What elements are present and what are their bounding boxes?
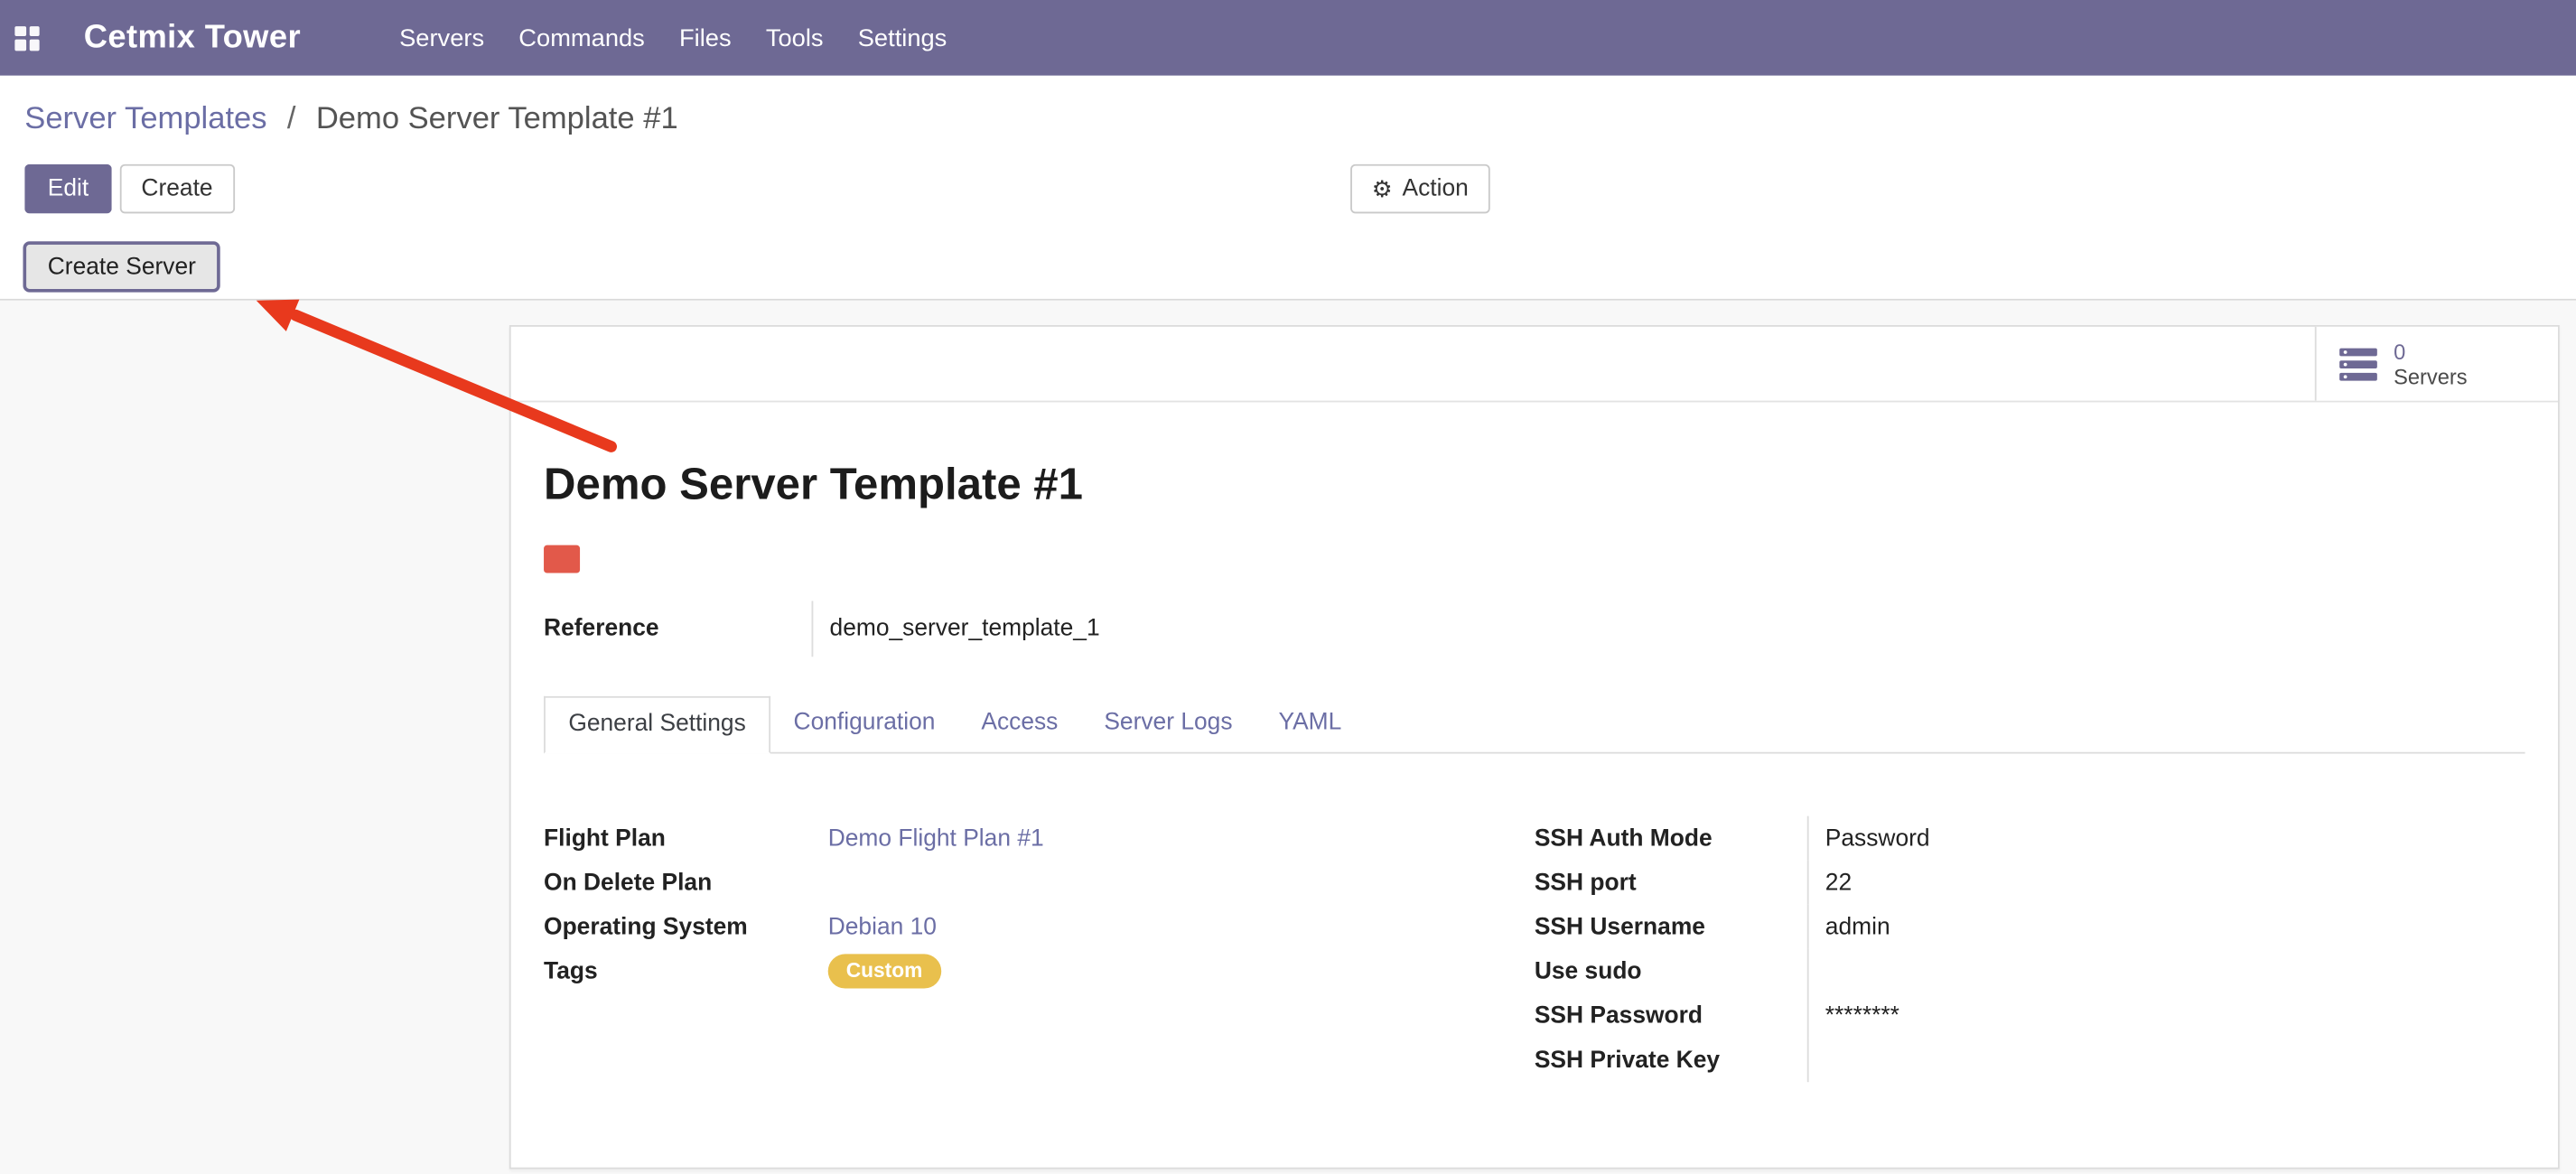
breadcrumb-current: Demo Server Template #1 xyxy=(316,102,678,136)
stat-text: 0 Servers xyxy=(2394,339,2467,388)
field-label: Tags xyxy=(544,958,828,984)
tab-general-settings[interactable]: General Settings xyxy=(544,696,770,754)
field-value: Custom xyxy=(828,954,941,988)
menu-tools[interactable]: Tools xyxy=(766,23,824,51)
field-label: SSH port xyxy=(1535,870,1807,896)
field-label: Use sudo xyxy=(1535,958,1807,984)
tab-access[interactable]: Access xyxy=(958,696,1081,754)
field-row-operating-system: Operating System Debian 10 xyxy=(544,905,1535,949)
apps-grid-dot xyxy=(14,25,25,36)
menu-commands[interactable]: Commands xyxy=(518,23,645,51)
field-row-ssh-auth-mode: SSH Auth Mode Password xyxy=(1535,816,2525,861)
edit-button[interactable]: Edit xyxy=(24,164,111,214)
field-row-flight-plan: Flight Plan Demo Flight Plan #1 xyxy=(544,816,1535,861)
main-menu: Servers Commands Files Tools Settings xyxy=(399,23,947,51)
tab-server-logs[interactable]: Server Logs xyxy=(1081,696,1255,754)
stat-value: 0 xyxy=(2394,339,2467,363)
content-area: 0 Servers Demo Server Template #1 Refere… xyxy=(0,301,2576,1174)
apps-grid-icon[interactable] xyxy=(14,25,39,50)
action-button[interactable]: ⚙ Action xyxy=(1350,164,1489,214)
field-label: SSH Username xyxy=(1535,914,1807,940)
gear-icon: ⚙ xyxy=(1372,177,1393,200)
breadcrumb-separator: / xyxy=(287,102,296,136)
action-label: Action xyxy=(1403,177,1469,200)
stat-label: Servers xyxy=(2394,364,2467,388)
field-row-ssh-private-key: SSH Private Key xyxy=(1535,1038,2525,1082)
servers-icon xyxy=(2338,346,2378,382)
breadcrumb-parent-link[interactable]: Server Templates xyxy=(24,102,266,136)
menu-settings[interactable]: Settings xyxy=(858,23,947,51)
general-settings-right-group: SSH Auth Mode Password SSH port 22 SSH U… xyxy=(1535,816,2525,1083)
tab-yaml[interactable]: YAML xyxy=(1255,696,1365,754)
field-row-use-sudo: Use sudo xyxy=(1535,949,2525,993)
menu-files[interactable]: Files xyxy=(679,23,732,51)
notebook-tabs: General Settings Configuration Access Se… xyxy=(544,696,2525,754)
field-label: SSH Password xyxy=(1535,1002,1807,1029)
control-panel: Edit Create ⚙ Action xyxy=(0,164,2576,214)
field-label: On Delete Plan xyxy=(544,870,828,896)
statusbar: Create Server xyxy=(0,241,2576,300)
brand-title[interactable]: Cetmix Tower xyxy=(84,19,301,57)
breadcrumb: Server Templates / Demo Server Template … xyxy=(0,76,2576,164)
field-label: Operating System xyxy=(544,914,828,940)
field-label: SSH Auth Mode xyxy=(1535,825,1807,852)
menu-servers[interactable]: Servers xyxy=(399,23,484,51)
create-server-button[interactable]: Create Server xyxy=(23,241,220,292)
field-value: 22 xyxy=(1807,861,2004,905)
color-swatch xyxy=(544,545,580,573)
record-title: Demo Server Template #1 xyxy=(544,458,2525,510)
field-row-reference: Reference demo_server_template_1 xyxy=(544,601,2525,657)
general-settings-left-group: Flight Plan Demo Flight Plan #1 On Delet… xyxy=(544,816,1535,1083)
field-label: Flight Plan xyxy=(544,825,828,852)
field-row-ssh-username: SSH Username admin xyxy=(1535,905,2525,949)
app-window: Cetmix Tower Servers Commands Files Tool… xyxy=(0,0,2576,1174)
apps-grid-dot xyxy=(14,40,25,51)
field-value: ******** xyxy=(1807,993,2004,1038)
apps-grid-dot xyxy=(29,40,40,51)
field-value: Debian 10 xyxy=(828,914,937,940)
field-value: Demo Flight Plan #1 xyxy=(828,825,1044,852)
operating-system-link[interactable]: Debian 10 xyxy=(828,914,937,940)
field-label: Reference xyxy=(544,616,811,642)
field-row-on-delete-plan: On Delete Plan xyxy=(544,861,1535,905)
field-value xyxy=(1807,1038,2004,1082)
servers-stat-button[interactable]: 0 Servers xyxy=(2315,327,2558,401)
field-label: SSH Private Key xyxy=(1535,1047,1807,1073)
field-value: Password xyxy=(1807,816,2004,861)
field-value xyxy=(1807,949,2004,993)
field-row-ssh-port: SSH port 22 xyxy=(1535,861,2525,905)
flight-plan-link[interactable]: Demo Flight Plan #1 xyxy=(828,825,1044,852)
apps-grid-dot xyxy=(29,25,40,36)
create-button[interactable]: Create xyxy=(120,164,234,214)
field-value: admin xyxy=(1807,905,2004,949)
field-row-ssh-password: SSH Password ******** xyxy=(1535,993,2525,1038)
general-settings-groups: Flight Plan Demo Flight Plan #1 On Delet… xyxy=(544,816,2525,1083)
tag-badge-custom: Custom xyxy=(828,954,941,988)
button-box: 0 Servers xyxy=(511,327,2558,403)
field-value: demo_server_template_1 xyxy=(813,616,1099,642)
sheet-body: Demo Server Template #1 Reference demo_s… xyxy=(511,402,2558,1082)
tab-configuration[interactable]: Configuration xyxy=(770,696,958,754)
top-navbar: Cetmix Tower Servers Commands Files Tool… xyxy=(0,0,2576,76)
field-row-tags: Tags Custom xyxy=(544,949,1535,993)
form-sheet: 0 Servers Demo Server Template #1 Refere… xyxy=(509,325,2560,1169)
